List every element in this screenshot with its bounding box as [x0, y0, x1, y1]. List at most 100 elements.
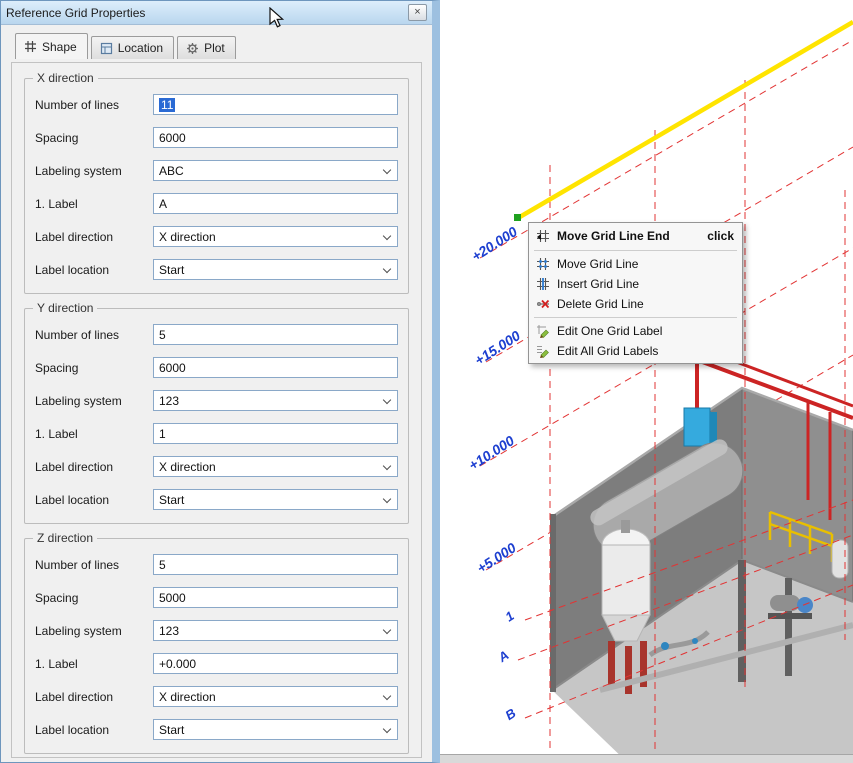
- field-label: Label location: [35, 263, 153, 277]
- group-legend: Z direction: [33, 531, 97, 545]
- select-value: 123: [159, 624, 179, 638]
- field-row: Labeling system 123: [35, 390, 398, 411]
- grid-elevation-label[interactable]: +20.000: [469, 223, 521, 264]
- close-button[interactable]: ×: [408, 4, 427, 21]
- field-label: Number of lines: [35, 98, 153, 112]
- select-value: Start: [159, 723, 184, 737]
- gear-icon: [186, 42, 199, 55]
- menu-item-edit-all-grid-labels[interactable]: Edit All Grid Labels: [531, 341, 740, 361]
- y-labeling-system-select[interactable]: 123: [153, 390, 398, 411]
- x-first-label-input[interactable]: A: [153, 193, 398, 214]
- grid-line-end-handle[interactable]: [514, 214, 521, 221]
- field-label: Label direction: [35, 460, 153, 474]
- input-value: +0.000: [159, 657, 196, 671]
- menu-item-move-grid-line-end[interactable]: Move Grid Line End click: [531, 225, 740, 247]
- field-row: 1. Label 1: [35, 423, 398, 444]
- shape-tab-page: X direction Number of lines 11 Spacing 6…: [11, 62, 422, 758]
- field-label: Label direction: [35, 230, 153, 244]
- grid-axis-label[interactable]: A: [495, 647, 512, 665]
- menu-item-insert-grid-line[interactable]: Insert Grid Line: [531, 274, 740, 294]
- field-label: Label location: [35, 723, 153, 737]
- y-label-direction-select[interactable]: X direction: [153, 456, 398, 477]
- field-row: Label direction X direction: [35, 686, 398, 707]
- input-value: 5: [159, 328, 166, 342]
- grid-axis-label[interactable]: B: [503, 705, 519, 723]
- field-label: 1. Label: [35, 197, 153, 211]
- input-value: 11: [159, 98, 175, 112]
- tab-location[interactable]: Location: [91, 36, 174, 59]
- field-row: Spacing 6000: [35, 357, 398, 378]
- input-value: 6000: [159, 361, 186, 375]
- field-row: Label location Start: [35, 719, 398, 740]
- viewport-3d[interactable]: +20.000 +15.000 +10.000 +5.000 1 A B Mov…: [440, 0, 853, 763]
- viewport-bottom-strip: [440, 754, 853, 763]
- z-label-direction-select[interactable]: X direction: [153, 686, 398, 707]
- select-value: 123: [159, 394, 179, 408]
- field-row: Number of lines 5: [35, 324, 398, 345]
- edit-one-grid-label-icon: [535, 323, 551, 339]
- field-row: 1. Label A: [35, 193, 398, 214]
- field-row: Labeling system 123: [35, 620, 398, 641]
- field-row: Label direction X direction: [35, 456, 398, 477]
- input-value: 5000: [159, 591, 186, 605]
- grid-elevation-label[interactable]: +15.000: [472, 327, 524, 368]
- chevron-down-icon: [383, 692, 391, 700]
- tab-label: Location: [118, 41, 163, 55]
- reference-grid-properties-dialog: Reference Grid Properties × Shape Locati…: [0, 0, 440, 763]
- menu-item-delete-grid-line[interactable]: Delete Grid Line: [531, 294, 740, 314]
- z-number-of-lines-input[interactable]: 5: [153, 554, 398, 575]
- y-number-of-lines-input[interactable]: 5: [153, 324, 398, 345]
- dialog-title: Reference Grid Properties: [6, 6, 408, 20]
- menu-item-label: Delete Grid Line: [557, 297, 644, 311]
- menu-item-edit-one-grid-label[interactable]: Edit One Grid Label: [531, 321, 740, 341]
- y-spacing-input[interactable]: 6000: [153, 357, 398, 378]
- move-grid-line-end-icon: [535, 228, 551, 244]
- chevron-down-icon: [383, 166, 391, 174]
- select-value: X direction: [159, 690, 216, 704]
- grid-axis-label[interactable]: 1: [502, 608, 516, 625]
- field-label: 1. Label: [35, 427, 153, 441]
- z-labeling-system-select[interactable]: 123: [153, 620, 398, 641]
- menu-item-label: Edit All Grid Labels: [557, 344, 658, 358]
- grid-elevation-label[interactable]: +5.000: [474, 539, 519, 576]
- menu-separator: [534, 250, 737, 251]
- z-label-location-select[interactable]: Start: [153, 719, 398, 740]
- chevron-down-icon: [383, 725, 391, 733]
- x-spacing-input[interactable]: 6000: [153, 127, 398, 148]
- tab-plot[interactable]: Plot: [177, 36, 236, 59]
- dialog-titlebar[interactable]: Reference Grid Properties ×: [1, 1, 432, 25]
- y-label-location-select[interactable]: Start: [153, 489, 398, 510]
- field-row: Number of lines 5: [35, 554, 398, 575]
- field-label: 1. Label: [35, 657, 153, 671]
- z-spacing-input[interactable]: 5000: [153, 587, 398, 608]
- grid-elevation-label[interactable]: +10.000: [466, 432, 518, 473]
- menu-item-label: Insert Grid Line: [557, 277, 639, 291]
- select-value: ABC: [159, 164, 184, 178]
- chevron-down-icon: [383, 495, 391, 503]
- mouse-cursor: [269, 7, 285, 29]
- field-label: Labeling system: [35, 164, 153, 178]
- select-value: X direction: [159, 230, 216, 244]
- x-labeling-system-select[interactable]: ABC: [153, 160, 398, 181]
- input-value: 6000: [159, 131, 186, 145]
- menu-item-label: Move Grid Line: [557, 257, 638, 271]
- select-value: Start: [159, 493, 184, 507]
- x-label-location-select[interactable]: Start: [153, 259, 398, 280]
- field-row: Label location Start: [35, 259, 398, 280]
- group-x-direction: X direction Number of lines 11 Spacing 6…: [24, 78, 409, 294]
- y-first-label-input[interactable]: 1: [153, 423, 398, 444]
- chevron-down-icon: [383, 626, 391, 634]
- tab-shape[interactable]: Shape: [15, 33, 88, 59]
- field-label: Spacing: [35, 361, 153, 375]
- menu-item-move-grid-line[interactable]: Move Grid Line: [531, 254, 740, 274]
- field-row: Spacing 5000: [35, 587, 398, 608]
- selected-grid-line[interactable]: [518, 22, 853, 218]
- group-legend: X direction: [33, 71, 98, 85]
- x-number-of-lines-input[interactable]: 11: [153, 94, 398, 115]
- x-label-direction-select[interactable]: X direction: [153, 226, 398, 247]
- app-root: Reference Grid Properties × Shape Locati…: [0, 0, 853, 763]
- input-value: A: [159, 197, 167, 211]
- group-legend: Y direction: [33, 301, 97, 315]
- field-row: Spacing 6000: [35, 127, 398, 148]
- z-first-label-input[interactable]: +0.000: [153, 653, 398, 674]
